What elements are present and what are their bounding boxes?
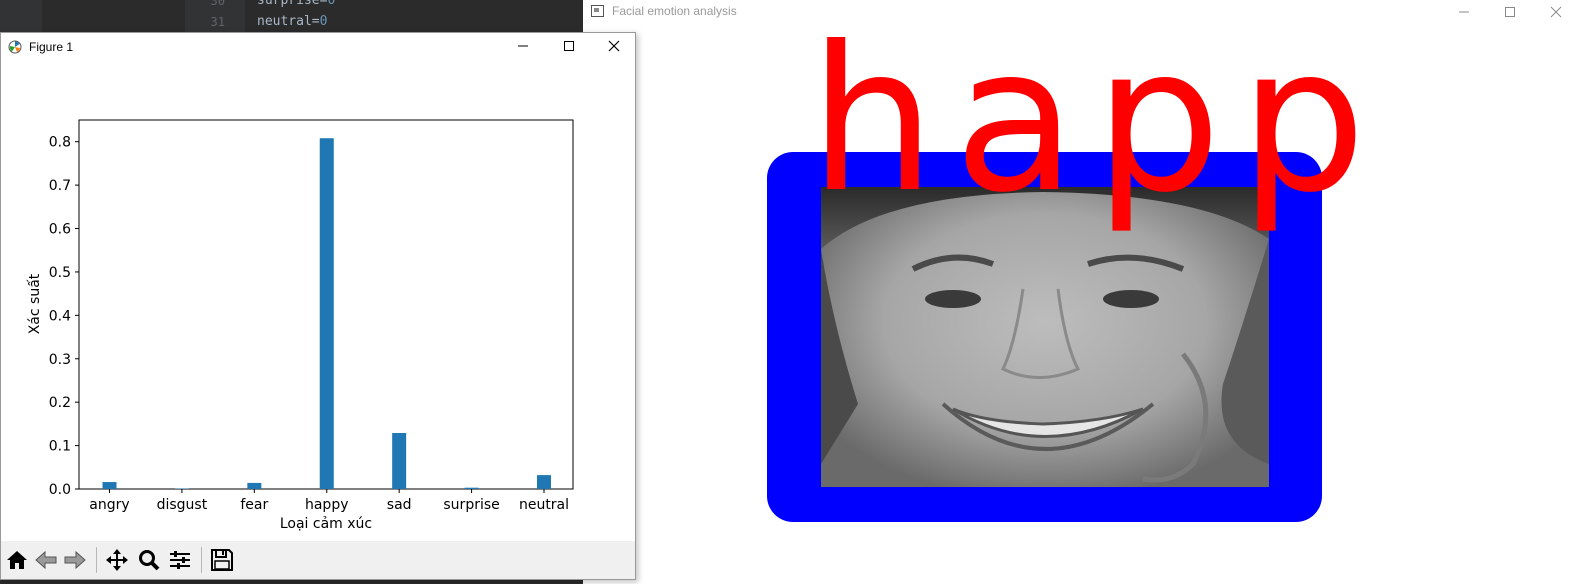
x-axis-label: Loại cảm xúc [280,516,372,532]
forward-icon [64,550,86,570]
configure-subplots-button[interactable] [166,545,194,575]
toolbar-separator [96,547,97,573]
line-number: 30 [210,0,225,8]
zoom-button[interactable] [135,545,163,575]
y-tick-label: 0.7 [49,178,71,194]
y-tick-label: 0.8 [49,135,71,151]
window-titlebar[interactable]: Facial emotion analysis [583,0,1574,24]
code-editor-background: 30 surprise=0 31 neutral=0 [0,0,583,32]
y-axis-label: Xác suất [27,273,43,334]
facial-emotion-window: Facial emotion analysis happ [583,0,1574,584]
line-number: 31 [210,15,225,29]
figure-minimize-button[interactable] [500,33,546,61]
close-icon [608,40,620,52]
configure-icon [170,551,190,569]
minimize-icon [1459,11,1469,13]
x-tick-label: sad [387,497,412,513]
maximize-icon [1505,7,1515,17]
x-tick-label: neutral [519,497,569,513]
bar-angry [102,482,117,489]
x-tick-label: fear [240,497,268,513]
pan-icon [106,549,128,571]
editor-side-panel [0,0,42,32]
y-axis-ticks: 0.0 0.1 0.2 0.3 0.4 0.5 0.6 0.7 0.8 [49,135,79,498]
window-title: Facial emotion analysis [612,4,737,18]
y-tick-label: 0.5 [49,265,71,281]
figure-maximize-button[interactable] [546,33,592,61]
bar-surprise [464,487,479,489]
figure-titlebar[interactable]: Figure 1 [1,33,635,61]
forward-button[interactable] [61,545,89,575]
code-line[interactable]: surprise=0 [257,0,335,8]
x-tick-label: disgust [157,497,208,513]
figure-toolbar [1,541,635,579]
x-tick-label: happy [305,497,349,513]
pan-button[interactable] [103,545,131,575]
emotion-label: happ [809,24,1384,237]
matplotlib-logo-icon [8,40,22,54]
y-tick-label: 0.2 [49,395,71,411]
maximize-icon [564,41,574,51]
minimize-icon [518,45,528,47]
y-tick-label: 0.4 [49,308,71,324]
x-axis-ticks: angry disgust fear happy sad surprise neutral [89,489,569,513]
figure-close-button[interactable] [591,33,637,61]
back-button[interactable] [32,545,60,575]
code-line[interactable]: neutral=0 [257,14,327,29]
x-tick-label: surprise [443,497,499,513]
y-tick-label: 0.1 [49,439,71,455]
save-button[interactable] [208,545,236,575]
toolbar-separator [201,547,202,573]
close-button[interactable] [1533,0,1574,24]
save-icon [211,549,233,571]
y-tick-label: 0.6 [49,222,71,238]
close-icon [1550,6,1562,18]
y-tick-label: 0.0 [49,482,71,498]
app-window-icon [591,5,604,17]
y-tick-label: 0.3 [49,352,71,368]
webcam-frame: happ [767,24,1384,522]
maximize-button[interactable] [1487,0,1533,24]
x-tick-label: angry [89,497,129,513]
bar-fear [247,482,262,489]
home-icon [7,551,27,569]
bar-sad [392,432,407,489]
zoom-icon [139,550,160,571]
back-icon [35,550,57,570]
bar-neutral [537,475,551,489]
bar-chart: 0.0 0.1 0.2 0.3 0.4 0.5 0.6 0.7 0.8 angry disgust… [27,119,574,532]
minimize-button[interactable] [1441,0,1487,24]
bar-happy [319,138,334,489]
figure-title: Figure 1 [29,40,74,54]
figure-window: Figure 1 0.0 0.1 0.2 0.3 0.4 0.5 0.6 0.7 0.8 ang… [0,32,636,580]
home-button[interactable] [3,545,31,575]
